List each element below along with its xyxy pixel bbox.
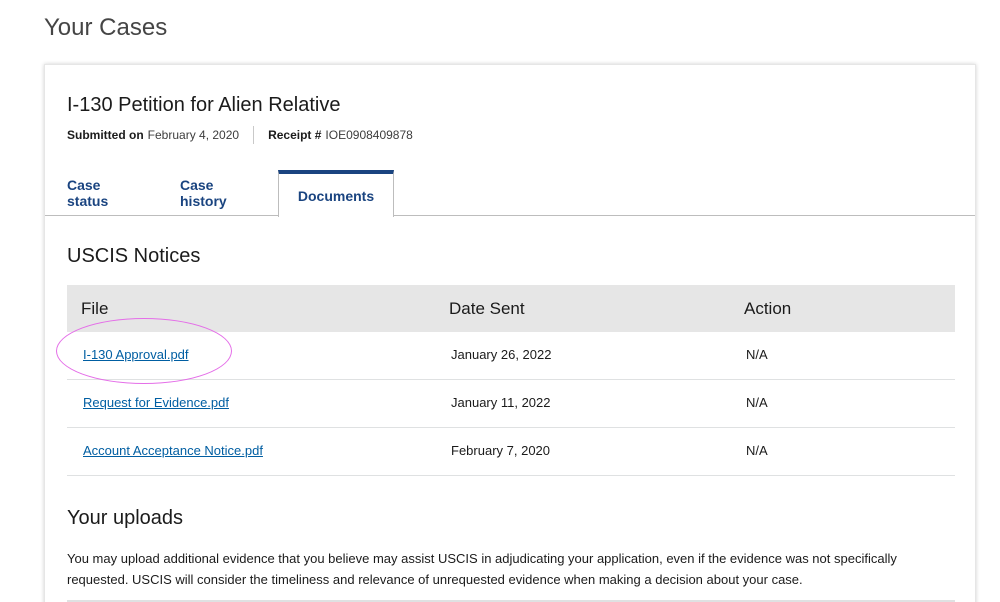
uploads-title: Your uploads bbox=[67, 507, 184, 529]
table-row: Request for Evidence.pdf January 11, 202… bbox=[67, 380, 955, 428]
column-header-action: Action bbox=[744, 299, 792, 318]
action-value: N/A bbox=[746, 395, 768, 410]
uploads-description: You may upload additional evidence that … bbox=[67, 551, 897, 587]
receipt-label: Receipt # bbox=[268, 128, 322, 142]
submitted-label: Submitted on bbox=[67, 128, 144, 142]
notices-title: USCIS Notices bbox=[67, 245, 201, 267]
action-value: N/A bbox=[746, 443, 768, 458]
tab-case-history[interactable]: Case history bbox=[180, 170, 256, 216]
case-card: I-130 Petition for Alien Relative Submit… bbox=[44, 64, 976, 602]
submitted-date: February 4, 2020 bbox=[147, 128, 240, 142]
table-row: I-130 Approval.pdf January 26, 2022 N/A bbox=[67, 332, 955, 380]
table-row: Account Acceptance Notice.pdf February 7… bbox=[67, 428, 955, 476]
file-link-i130-approval[interactable]: I-130 Approval.pdf bbox=[83, 347, 189, 362]
column-header-file: File bbox=[81, 299, 109, 318]
column-header-date-sent: Date Sent bbox=[449, 299, 525, 318]
case-tabs: Case status Case history Documents bbox=[45, 170, 975, 217]
file-link-request-for-evidence[interactable]: Request for Evidence.pdf bbox=[83, 395, 229, 410]
tab-case-status[interactable]: Case status bbox=[67, 170, 137, 216]
meta-divider bbox=[253, 126, 255, 144]
tab-documents[interactable]: Documents bbox=[278, 170, 394, 217]
file-link-account-acceptance-notice[interactable]: Account Acceptance Notice.pdf bbox=[83, 443, 263, 458]
date-sent: January 26, 2022 bbox=[451, 347, 552, 362]
receipt-number: IOE0908409878 bbox=[325, 128, 413, 142]
page-title: Your Cases bbox=[44, 14, 168, 41]
date-sent: February 7, 2020 bbox=[451, 443, 551, 458]
notices-table: File Date Sent Action I-130 Approval.pdf… bbox=[67, 285, 955, 476]
case-meta: Submitted on February 4, 2020 Receipt # … bbox=[67, 126, 413, 144]
date-sent: January 11, 2022 bbox=[451, 395, 551, 410]
case-title: I-130 Petition for Alien Relative bbox=[67, 94, 341, 116]
action-value: N/A bbox=[746, 347, 768, 362]
table-header: File Date Sent Action bbox=[67, 285, 955, 332]
